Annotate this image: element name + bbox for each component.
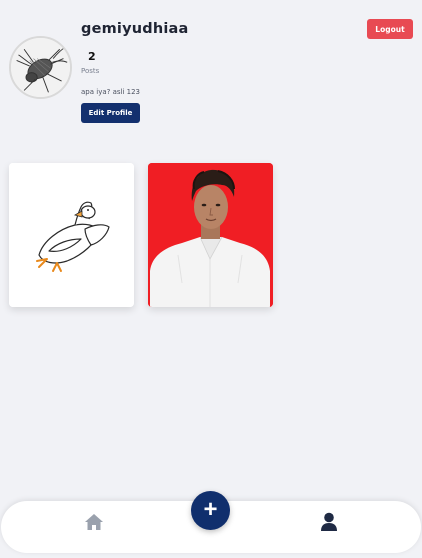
home-icon[interactable] [84,513,104,531]
edit-profile-button[interactable]: Edit Profile [81,103,140,123]
logout-button[interactable]: Logout [367,19,413,39]
profile-username: gemiyudhiaa [81,21,189,37]
post-card-2[interactable] [148,163,273,307]
goose-illustration-icon [9,163,134,307]
profile-bio: apa iya? asli 123 [81,88,140,96]
post-card-1[interactable] [9,163,134,307]
add-post-button[interactable]: + [191,491,230,530]
add-icon: + [203,495,218,523]
user-icon[interactable] [320,512,338,532]
profile-page: gemiyudhiaa 2 Posts apa iya? asli 123 Ed… [0,0,422,558]
posts-label: Posts [81,67,100,75]
insect-sketch-avatar-icon [11,38,70,97]
profile-avatar[interactable] [9,36,72,99]
portrait-photo-icon [148,163,273,307]
posts-count: 2 [88,50,96,63]
